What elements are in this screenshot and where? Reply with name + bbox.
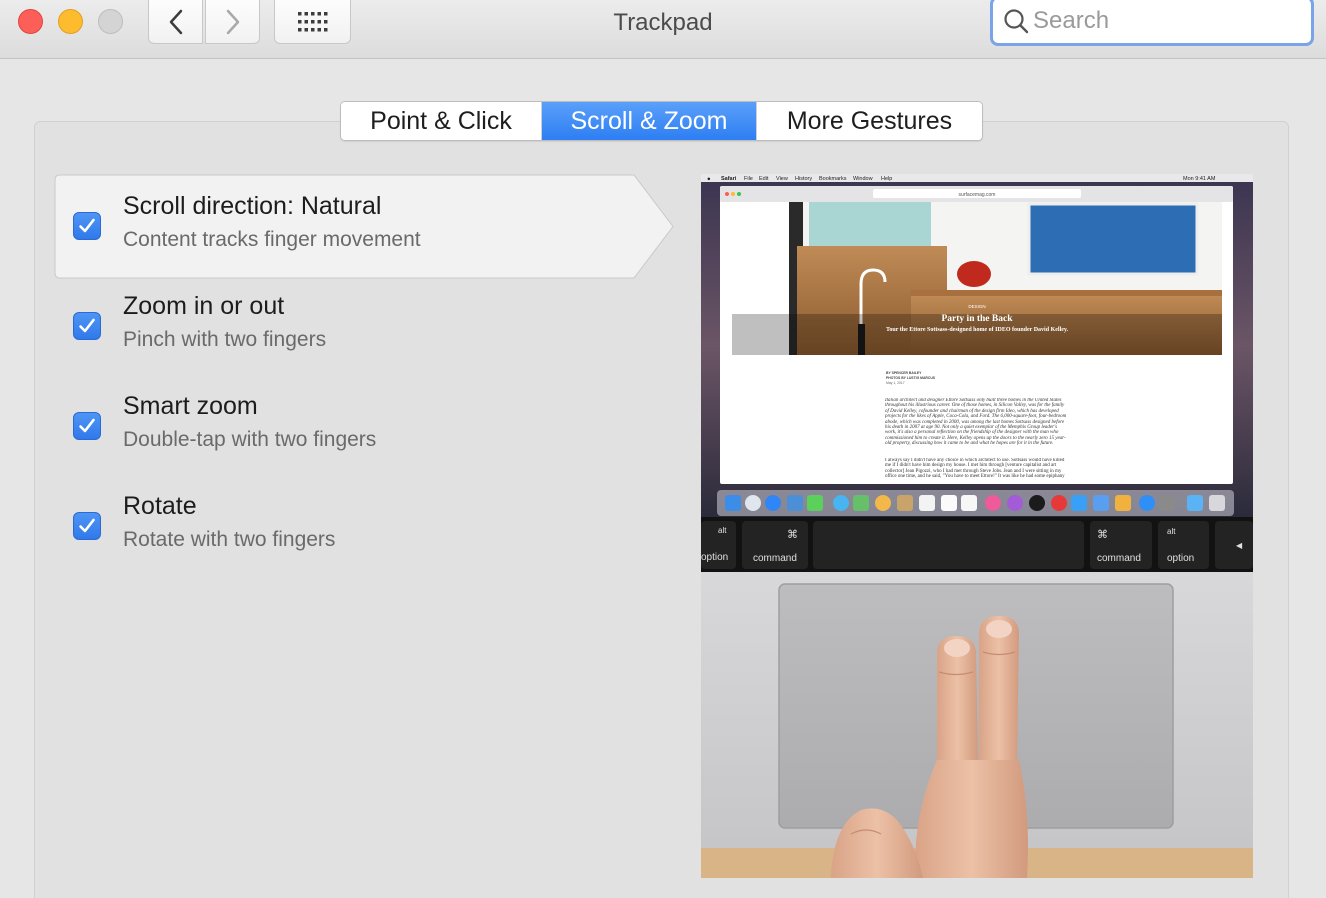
option-title: Zoom in or out <box>123 292 285 320</box>
option-zoom-in-or-out[interactable]: Zoom in or out Pinch with two fingers <box>54 274 674 378</box>
menu-app: Safari <box>721 176 737 182</box>
key-left-command-label: command <box>753 553 797 564</box>
key-right-option-label: option <box>1167 553 1194 564</box>
address-bar-url: surfacemag.com <box>959 192 996 198</box>
article-subheadline: Tour the Ettore Sottsass-designed home o… <box>886 327 1069 333</box>
key-left-alt-label: alt <box>718 526 727 535</box>
zoom-in-or-out-checkbox[interactable] <box>73 312 101 340</box>
article-byline: BY SPENCER BAILEY <box>886 371 922 375</box>
option-description: Content tracks finger movement <box>123 228 421 251</box>
option-title: Smart zoom <box>123 392 258 420</box>
menu-clock: Mon 9:41 AM <box>1183 176 1216 182</box>
checkmark-icon <box>79 218 95 233</box>
search-icon <box>1004 9 1029 34</box>
option-rotate[interactable]: Rotate Rotate with two fingers <box>54 474 674 578</box>
selection-highlight <box>54 174 674 279</box>
article-category: DESIGN <box>968 304 985 309</box>
key-right-command-label: command <box>1097 553 1141 564</box>
article-paragraph-1: Italian architect and designer Ettore So… <box>885 398 1067 447</box>
tab-more-gestures[interactable]: More Gestures <box>757 102 982 140</box>
key-left-option-label: option <box>701 552 728 563</box>
rotate-checkbox[interactable] <box>73 512 101 540</box>
checkmark-icon <box>79 418 95 433</box>
key-left-cmd-symbol: ⌘ <box>787 529 798 541</box>
tab-bar: Point & Click Scroll & Zoom More Gesture… <box>340 101 983 141</box>
scroll-direction-checkbox[interactable] <box>73 212 101 240</box>
option-description: Rotate with two fingers <box>123 528 336 551</box>
key-space <box>813 521 1084 569</box>
key-right-alt-label: alt <box>1167 527 1176 536</box>
key-arrow-label: ◀ <box>1236 541 1243 550</box>
apple-menu-icon: ● <box>707 177 711 183</box>
article-date: May 1, 2017 <box>886 381 905 385</box>
tab-scroll-and-zoom[interactable]: Scroll & Zoom <box>542 102 757 140</box>
search-field[interactable] <box>990 0 1314 46</box>
menu-edit: Edit <box>759 176 769 182</box>
menu-bookmarks: Bookmarks <box>819 176 847 182</box>
article-paragraph-2: I always say I didn't have any choice in… <box>885 458 1065 480</box>
article-headline: Party in the Back <box>942 314 1014 324</box>
option-title: Scroll direction: Natural <box>123 192 382 220</box>
checkmark-icon <box>79 518 95 533</box>
key-right-cmd-symbol: ⌘ <box>1097 529 1108 541</box>
gesture-preview-video: ● Safari File Edit View History Bookmark… <box>701 174 1253 878</box>
article-photo-credit: PHOTOS BY LUSTIG MARCUS <box>886 376 936 380</box>
option-smart-zoom[interactable]: Smart zoom Double-tap with two fingers <box>54 374 674 478</box>
key-arrow <box>1215 521 1253 569</box>
option-title: Rotate <box>123 492 197 520</box>
option-description: Double-tap with two fingers <box>123 428 377 451</box>
checkmark-icon <box>79 318 95 333</box>
menu-help: Help <box>881 176 892 182</box>
menu-history: History <box>795 176 812 182</box>
preview-illustration: ● Safari File Edit View History Bookmark… <box>701 174 1253 878</box>
dock-apps <box>725 495 1225 511</box>
menu-file: File <box>744 176 753 182</box>
menu-view: View <box>776 176 788 182</box>
title-bar: Trackpad <box>0 0 1326 59</box>
search-input[interactable] <box>1033 7 1303 35</box>
option-description: Pinch with two fingers <box>123 328 327 351</box>
smart-zoom-checkbox[interactable] <box>73 412 101 440</box>
tab-point-and-click[interactable]: Point & Click <box>341 102 542 140</box>
menu-window: Window <box>853 176 873 182</box>
option-scroll-direction[interactable]: Scroll direction: Natural Content tracks… <box>54 174 674 279</box>
